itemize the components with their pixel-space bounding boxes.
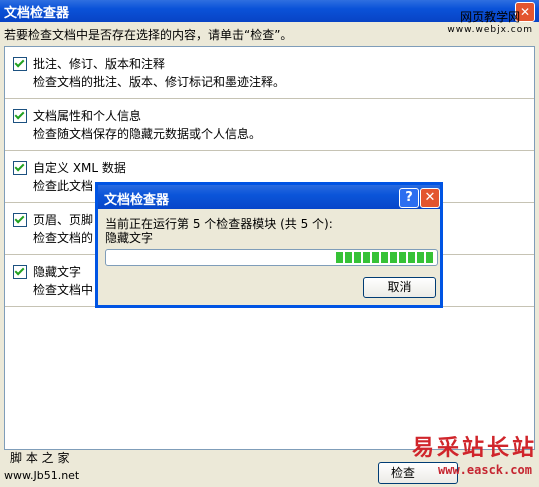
watermark-bottom-left-url: www.Jb51.net	[4, 469, 80, 482]
checkbox-xml[interactable]	[13, 161, 27, 175]
progress-fill	[336, 252, 435, 263]
dialog-title-bar: 文档检查器	[98, 185, 440, 209]
item-title: 页眉、页脚	[33, 213, 94, 227]
progress-dialog: 文档检查器 ? ✕ 当前正在运行第 5 个检查器模块 (共 5 个): 隐藏文字…	[95, 182, 443, 308]
help-icon[interactable]: ?	[399, 188, 419, 208]
current-module-text: 隐藏文字	[105, 231, 154, 245]
watermark-bottom-right-url: www.easck.com	[438, 463, 532, 477]
main-window-title: 文档检查器	[4, 6, 70, 21]
checkbox-hidden-text[interactable]	[13, 265, 27, 279]
checkbox-header-footer[interactable]	[13, 213, 27, 227]
item-desc: 检查随文档保存的隐藏元数据或个人信息。	[33, 127, 262, 141]
item-desc: 检查文档的批注、版本、修订标记和墨迹注释。	[33, 75, 286, 89]
checkbox-comments[interactable]	[13, 57, 27, 71]
watermark-bottom-left-title: 脚 本 之 家	[10, 451, 70, 465]
watermark-bottom-right-title: 易采站长站	[412, 435, 538, 461]
item-desc: 检查此文档	[33, 179, 94, 193]
instruction-text: 若要检查文档中是否存在选择的内容，请单击“检查”。	[4, 28, 293, 42]
watermark-top-right: 网页教学网 www.webjx.com	[447, 8, 533, 35]
item-desc: 检查文档的	[33, 231, 94, 245]
close-icon[interactable]: ✕	[420, 188, 440, 208]
item-title: 文档属性和个人信息	[33, 109, 142, 123]
dialog-title: 文档检查器	[104, 193, 170, 208]
list-item: 批注、修订、版本和注释 检查文档的批注、版本、修订标记和墨迹注释。	[5, 47, 534, 99]
item-desc: 检查文档中	[33, 283, 94, 297]
watermark-top-right-title: 网页教学网	[460, 10, 521, 24]
progress-bar	[105, 249, 438, 266]
item-title: 批注、修订、版本和注释	[33, 57, 166, 71]
watermark-top-right-url: www.webjx.com	[447, 25, 533, 35]
item-title: 隐藏文字	[33, 265, 82, 279]
cancel-button[interactable]: 取消	[363, 277, 436, 298]
checkbox-properties[interactable]	[13, 109, 27, 123]
list-item: 文档属性和个人信息 检查随文档保存的隐藏元数据或个人信息。	[5, 99, 534, 151]
item-title: 自定义 XML 数据	[33, 161, 126, 175]
